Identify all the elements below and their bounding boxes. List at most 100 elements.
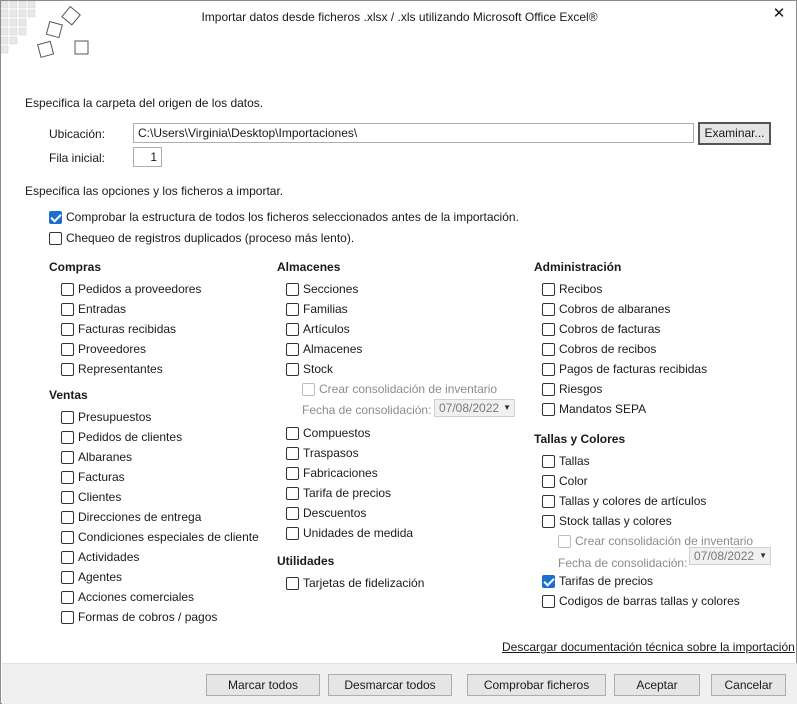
almacenes-item[interactable]: Tarifa de precios xyxy=(286,485,391,501)
checkbox-box[interactable] xyxy=(61,302,74,316)
tallas-date-combo[interactable]: 07/08/2022 ▼ xyxy=(689,547,771,565)
checkbox-box[interactable] xyxy=(61,470,74,484)
checkbox-box[interactable] xyxy=(286,302,299,316)
almacenes-item[interactable]: Artículos xyxy=(286,321,350,337)
almacenes-item[interactable]: Stock xyxy=(286,361,333,377)
compras-item[interactable]: Facturas recibidas xyxy=(61,321,176,337)
checkbox-box[interactable] xyxy=(61,510,74,524)
checkbox-box[interactable] xyxy=(542,514,555,528)
checkbox-box[interactable] xyxy=(61,490,74,504)
checkbox-box[interactable] xyxy=(61,362,74,376)
ventas-item[interactable]: Presupuestos xyxy=(61,409,151,425)
checkbox-box[interactable] xyxy=(61,550,74,564)
almacenes-item[interactable]: Fabricaciones xyxy=(286,465,378,481)
tallas-codigos-checkbox[interactable]: Codigos de barras tallas y colores xyxy=(542,593,740,609)
checkbox-box[interactable] xyxy=(542,342,555,356)
checkbox-box[interactable] xyxy=(286,446,299,460)
checkbox-box[interactable] xyxy=(61,590,74,604)
almacenes-item[interactable]: Almacenes xyxy=(286,341,362,357)
ventas-item[interactable]: Agentes xyxy=(61,569,122,585)
checkbox-box[interactable] xyxy=(61,342,74,356)
ventas-item[interactable]: Formas de cobros / pagos xyxy=(61,609,217,625)
administracion-item[interactable]: Pagos de facturas recibidas xyxy=(542,361,707,377)
checkbox-box[interactable] xyxy=(61,282,74,296)
tallas-item[interactable]: Stock tallas y colores xyxy=(542,513,672,529)
ventas-item[interactable]: Acciones comerciales xyxy=(61,589,194,605)
almacenes-item[interactable]: Unidades de medida xyxy=(286,525,413,541)
checkbox-box[interactable] xyxy=(49,231,62,245)
documentation-link[interactable]: Descargar documentación técnica sobre la… xyxy=(502,640,795,654)
tallas-item[interactable]: Color xyxy=(542,473,588,489)
administracion-item[interactable]: Recibos xyxy=(542,281,602,297)
checkbox-box[interactable] xyxy=(542,322,555,336)
location-input[interactable]: C:\Users\Virginia\Desktop\Importaciones\ xyxy=(133,123,694,143)
almacenes-date-combo[interactable]: 07/08/2022 ▼ xyxy=(434,399,515,417)
checkbox-box[interactable] xyxy=(542,474,555,488)
utilidades-item[interactable]: Tarjetas de fidelización xyxy=(286,575,424,591)
check-files-button[interactable]: Comprobar ficheros xyxy=(467,674,606,696)
almacenes-item[interactable]: Traspasos xyxy=(286,445,359,461)
almacenes-item[interactable]: Secciones xyxy=(286,281,358,297)
checkbox-box[interactable] xyxy=(542,302,555,316)
ventas-item[interactable]: Condiciones especiales de cliente xyxy=(61,529,259,545)
checkbox-box[interactable] xyxy=(49,210,62,224)
checkbox-box[interactable] xyxy=(61,530,74,544)
checkbox-box[interactable] xyxy=(302,382,315,396)
checkbox-box[interactable] xyxy=(61,570,74,584)
administracion-item[interactable]: Cobros de albaranes xyxy=(542,301,670,317)
compras-item[interactable]: Pedidos a proveedores xyxy=(61,281,201,297)
administracion-item[interactable]: Cobros de facturas xyxy=(542,321,660,337)
ventas-item[interactable]: Direcciones de entrega xyxy=(61,509,201,525)
checkbox-box[interactable] xyxy=(61,610,74,624)
ventas-item[interactable]: Clientes xyxy=(61,489,121,505)
administracion-item[interactable]: Riesgos xyxy=(542,381,602,397)
accept-button[interactable]: Aceptar xyxy=(614,674,700,696)
checkbox-box[interactable] xyxy=(558,534,571,548)
close-icon[interactable]: ✕ xyxy=(770,5,788,23)
compras-item[interactable]: Proveedores xyxy=(61,341,146,357)
ventas-item[interactable]: Albaranes xyxy=(61,449,132,465)
almacenes-consolidation-checkbox[interactable]: Crear consolidación de inventario xyxy=(302,381,497,397)
ventas-item[interactable]: Facturas xyxy=(61,469,125,485)
almacenes-item[interactable]: Descuentos xyxy=(286,505,366,521)
checkbox-box[interactable] xyxy=(61,410,74,424)
checkbox-box[interactable] xyxy=(542,362,555,376)
almacenes-item[interactable]: Compuestos xyxy=(286,425,370,441)
checkbox-box[interactable] xyxy=(61,450,74,464)
checkbox-box[interactable] xyxy=(542,454,555,468)
start-row-input[interactable]: 1 xyxy=(133,147,162,167)
browse-button[interactable]: Examinar... xyxy=(698,122,771,145)
checkbox-box[interactable] xyxy=(542,282,555,296)
checkbox-box[interactable] xyxy=(286,526,299,540)
tallas-tarifas-checkbox[interactable]: Tarifas de precios xyxy=(542,573,653,589)
checkbox-box[interactable] xyxy=(286,486,299,500)
checkbox-box[interactable] xyxy=(61,430,74,444)
unmark-all-button[interactable]: Desmarcar todos xyxy=(328,674,452,696)
ventas-item[interactable]: Pedidos de clientes xyxy=(61,429,182,445)
cancel-button[interactable]: Cancelar xyxy=(711,674,786,696)
administracion-item[interactable]: Cobros de recibos xyxy=(542,341,656,357)
checkbox-box[interactable] xyxy=(286,322,299,336)
checkbox-box[interactable] xyxy=(542,402,555,416)
check-structure-checkbox[interactable]: Comprobar la estructura de todos los fic… xyxy=(49,209,519,225)
checkbox-box[interactable] xyxy=(542,382,555,396)
compras-item[interactable]: Entradas xyxy=(61,301,126,317)
checkbox-box[interactable] xyxy=(542,494,555,508)
checkbox-box[interactable] xyxy=(286,362,299,376)
checkbox-box[interactable] xyxy=(542,594,555,608)
check-duplicates-checkbox[interactable]: Chequeo de registros duplicados (proceso… xyxy=(49,230,354,246)
checkbox-box[interactable] xyxy=(542,574,555,588)
administracion-item[interactable]: Mandatos SEPA xyxy=(542,401,646,417)
tallas-item[interactable]: Tallas xyxy=(542,453,590,469)
checkbox-box[interactable] xyxy=(286,282,299,296)
checkbox-box[interactable] xyxy=(61,322,74,336)
checkbox-box[interactable] xyxy=(286,576,299,590)
ventas-item[interactable]: Actividades xyxy=(61,549,139,565)
checkbox-box[interactable] xyxy=(286,426,299,440)
mark-all-button[interactable]: Marcar todos xyxy=(206,674,320,696)
checkbox-box[interactable] xyxy=(286,342,299,356)
almacenes-item[interactable]: Familias xyxy=(286,301,348,317)
tallas-item[interactable]: Tallas y colores de artículos xyxy=(542,493,706,509)
compras-item[interactable]: Representantes xyxy=(61,361,163,377)
checkbox-box[interactable] xyxy=(286,506,299,520)
